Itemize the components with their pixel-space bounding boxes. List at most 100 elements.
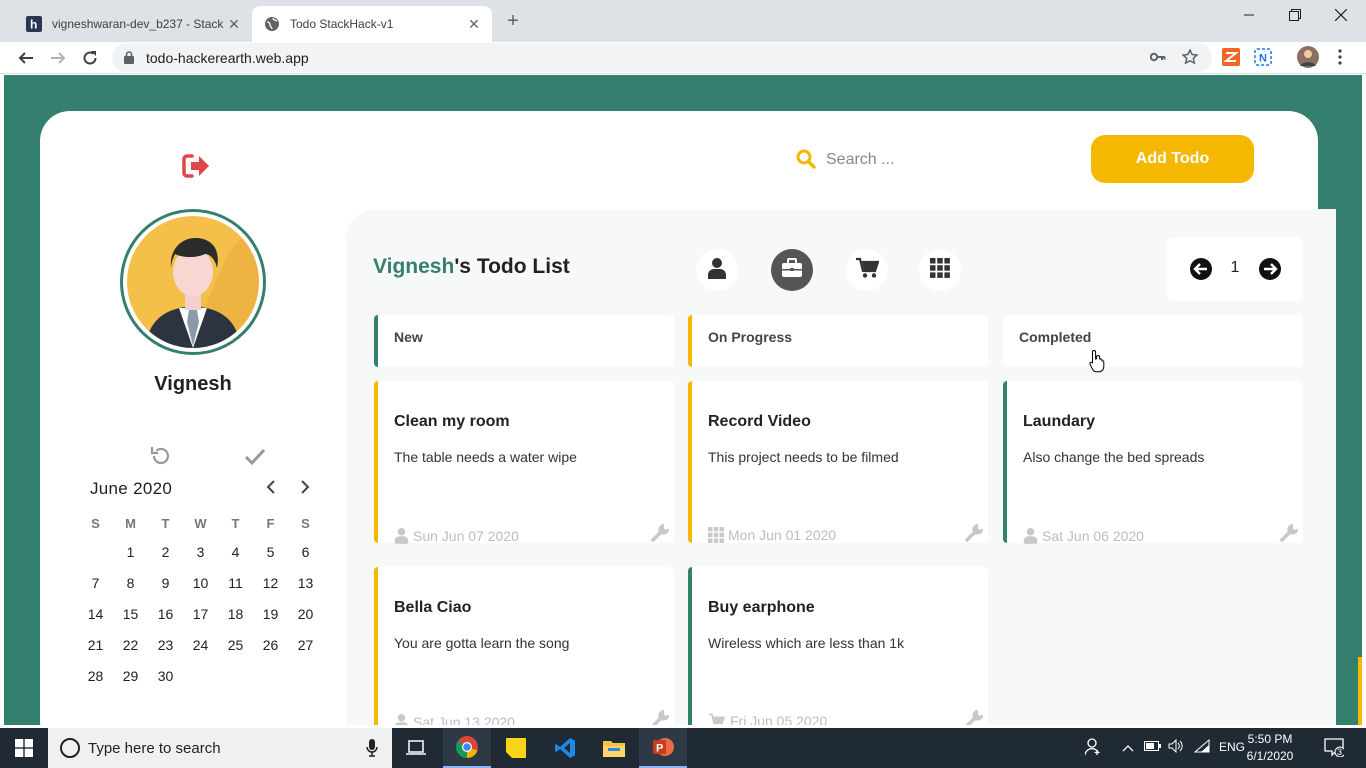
todo-card[interactable]: Laundary Also change the bed spreads Sat… [1003, 381, 1303, 544]
search-input[interactable] [826, 147, 1076, 173]
todo-date: Fri Jun 05 2020 [730, 713, 828, 725]
clock-time: 5:50 PM [1247, 732, 1293, 746]
taskbar-search-box[interactable]: Type here to search [48, 728, 392, 768]
notifications-icon[interactable]: 3 [1324, 737, 1346, 760]
wrench-edit-icon[interactable] [964, 523, 984, 548]
people-icon[interactable] [1084, 738, 1101, 759]
profile-avatar-icon[interactable] [1297, 46, 1319, 68]
calendar-month-label: June 2020 [90, 479, 173, 498]
calendar-day[interactable]: 12 [253, 568, 288, 599]
new-tab-button[interactable]: + [500, 8, 526, 34]
vscode-app-icon[interactable] [541, 728, 589, 768]
calendar-day[interactable]: 5 [253, 537, 288, 568]
app-card: Vignesh June 2020 S M T W T F S 1 2 3 4 5 6 7 8 9 10 11 12… [40, 111, 1336, 725]
calendar-day[interactable]: 13 [288, 568, 323, 599]
wifi-icon[interactable] [1193, 738, 1210, 756]
todo-card[interactable]: Buy earphone Wireless which are less tha… [688, 567, 988, 725]
todo-card[interactable]: Record Video This project needs to be fi… [688, 381, 988, 543]
browser-menu-icon[interactable] [1330, 47, 1350, 67]
task-view-icon[interactable] [392, 728, 440, 768]
restore-window-button[interactable] [1272, 0, 1318, 30]
cortana-icon [60, 738, 80, 758]
close-window-button[interactable] [1318, 0, 1364, 30]
category-user-button[interactable] [696, 249, 738, 291]
wrench-edit-icon[interactable] [964, 709, 984, 725]
forward-arrow-icon[interactable] [44, 44, 72, 72]
windows-start-icon[interactable] [0, 728, 48, 768]
calendar-day[interactable]: 10 [183, 568, 218, 599]
calendar-day[interactable]: 23 [148, 630, 183, 661]
calendar-day[interactable]: 16 [148, 599, 183, 630]
calendar-day[interactable]: 22 [113, 630, 148, 661]
microphone-icon[interactable] [366, 739, 378, 762]
calendar-day[interactable]: 15 [113, 599, 148, 630]
wrench-edit-icon[interactable] [650, 523, 670, 548]
key-icon[interactable] [1149, 50, 1166, 69]
logout-icon[interactable] [182, 153, 210, 184]
minimize-window-button[interactable] [1226, 0, 1272, 30]
calendar-day[interactable]: 21 [78, 630, 113, 661]
calendar-day[interactable]: 1 [113, 537, 148, 568]
calendar-day[interactable]: 26 [253, 630, 288, 661]
calendar-day[interactable]: 28 [78, 661, 113, 692]
wrench-edit-icon[interactable] [1279, 523, 1299, 548]
calendar-day[interactable]: 4 [218, 537, 253, 568]
wrench-edit-icon[interactable] [650, 709, 670, 725]
powerpoint-app-icon[interactable]: P [639, 728, 687, 768]
calendar-day[interactable]: 20 [288, 599, 323, 630]
extension-icon[interactable]: N [1253, 47, 1273, 67]
calendar-day[interactable]: 11 [218, 568, 253, 599]
extension-icon[interactable] [1221, 47, 1241, 67]
check-icon[interactable] [244, 445, 266, 472]
battery-icon[interactable] [1144, 740, 1162, 755]
tab-title: vigneshwaran-dev_b237 - StackH [52, 17, 224, 31]
calendar-day[interactable]: 8 [113, 568, 148, 599]
reset-icon[interactable] [150, 445, 172, 472]
calendar-weekday: F [266, 516, 275, 531]
add-todo-button[interactable]: Add Todo [1091, 135, 1254, 183]
calendar-day[interactable]: 9 [148, 568, 183, 599]
calendar-day[interactable]: 19 [253, 599, 288, 630]
todo-board: Vignesh's Todo List 1 New On Progress Co… [346, 209, 1336, 725]
browser-tab-todo[interactable]: Todo StackHack-v1 ✕ [252, 6, 492, 42]
browser-tab-stackhack[interactable]: h vigneshwaran-dev_b237 - StackH ✕ [14, 6, 252, 42]
chevron-right-icon[interactable] [298, 479, 312, 500]
calendar-day[interactable]: 14 [78, 599, 113, 630]
arrow-left-circle-icon[interactable] [1190, 258, 1212, 285]
volume-icon[interactable] [1168, 738, 1184, 756]
calendar-day[interactable]: 2 [148, 537, 183, 568]
calendar-day[interactable]: 3 [183, 537, 218, 568]
calendar-day[interactable]: 17 [183, 599, 218, 630]
file-explorer-app-icon[interactable] [590, 728, 638, 768]
close-tab-icon[interactable]: ✕ [464, 14, 484, 34]
arrow-right-circle-icon[interactable] [1259, 258, 1281, 285]
calendar-day[interactable]: 25 [218, 630, 253, 661]
calendar-day[interactable]: 18 [218, 599, 253, 630]
category-shopping-button[interactable] [846, 249, 888, 291]
calendar-day[interactable]: 27 [288, 630, 323, 661]
reload-icon[interactable] [76, 44, 104, 72]
todo-card[interactable]: Clean my room The table needs a water wi… [374, 381, 674, 544]
star-bookmark-icon[interactable] [1181, 48, 1199, 70]
category-other-button[interactable] [919, 249, 961, 291]
close-tab-icon[interactable]: ✕ [224, 14, 244, 34]
back-arrow-icon[interactable] [12, 44, 40, 72]
globe-icon [264, 16, 280, 32]
chevron-left-icon[interactable] [264, 479, 278, 500]
calendar-day[interactable]: 30 [148, 661, 183, 692]
calendar-day[interactable]: 6 [288, 537, 323, 568]
chrome-app-icon[interactable] [443, 728, 491, 768]
calendar-day[interactable]: 24 [183, 630, 218, 661]
chevron-up-icon[interactable] [1122, 741, 1134, 755]
calendar-day[interactable]: 29 [113, 661, 148, 692]
sticky-notes-app-icon[interactable] [492, 728, 540, 768]
browser-toolbar: todo-hackerearth.web.app N [0, 42, 1366, 74]
calendar-day[interactable]: 7 [78, 568, 113, 599]
system-clock[interactable]: 5:50 PM 6/1/2020 [1238, 731, 1302, 765]
calendar-empty-cell [288, 661, 323, 692]
category-work-button[interactable] [771, 249, 813, 291]
todo-card[interactable]: Bella Ciao You are gotta learn the song … [374, 567, 674, 725]
scrollbar-thumb[interactable] [1358, 657, 1362, 725]
address-bar[interactable]: todo-hackerearth.web.app [112, 43, 1212, 72]
cart-icon [855, 257, 880, 284]
